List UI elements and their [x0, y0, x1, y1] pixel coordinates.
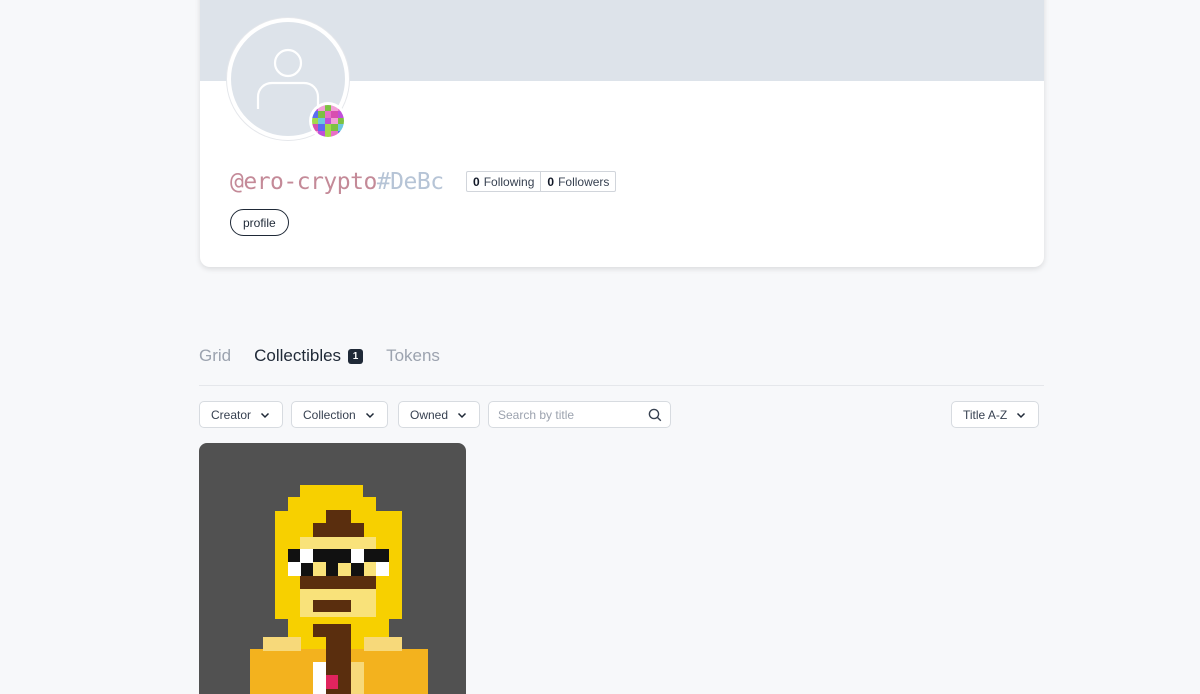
- content-tabs: Grid Collectibles 1 Tokens: [199, 346, 463, 366]
- tab-collectibles-label: Collectibles: [254, 346, 342, 365]
- chevron-down-icon: [260, 412, 270, 418]
- tabs-divider: [199, 385, 1044, 386]
- chain-badge: [309, 102, 347, 140]
- handle-hash: #DeBc: [376, 169, 444, 195]
- tab-grid[interactable]: Grid: [199, 346, 231, 366]
- followers-label: Followers: [558, 174, 610, 189]
- collection-filter-label: Collection: [303, 407, 356, 422]
- collectibles-count-badge: 1: [348, 348, 364, 364]
- search-icon[interactable]: [648, 408, 662, 422]
- following-count: 0: [473, 174, 480, 189]
- follow-stats: 0 Following 0 Followers: [466, 171, 617, 192]
- creator-filter-dropdown[interactable]: Creator: [199, 401, 284, 428]
- followers-count: 0: [547, 174, 555, 189]
- creator-filter-label: Creator: [211, 407, 252, 422]
- badge-pixel: [337, 130, 344, 137]
- chevron-down-icon: [1017, 412, 1026, 418]
- handle-name: @ero-crypto: [230, 169, 377, 195]
- tab-collectibles[interactable]: Collectibles 1: [254, 346, 364, 366]
- chevron-down-icon: [458, 412, 467, 418]
- user-silhouette-icon: [256, 48, 320, 109]
- following-label: Following: [483, 174, 535, 189]
- followers-stat[interactable]: 0 Followers: [540, 172, 615, 191]
- profile-handle: @ero-crypto#DeBc: [230, 169, 444, 195]
- tab-tokens[interactable]: Tokens: [386, 346, 440, 366]
- pixel-chain-badge-icon: [312, 105, 344, 137]
- profile-card: @ero-crypto#DeBc 0 Following 0 Followers…: [200, 0, 1044, 267]
- owned-filter-dropdown[interactable]: Owned: [398, 401, 481, 428]
- tab-grid-label: Grid: [199, 346, 232, 365]
- collectible-card[interactable]: [199, 443, 466, 694]
- sort-dropdown[interactable]: Title A-Z: [951, 401, 1040, 428]
- search-box: [488, 401, 671, 428]
- profile-tag-pill[interactable]: profile: [230, 209, 289, 236]
- owned-filter-label: Owned: [410, 407, 449, 422]
- following-stat[interactable]: 0 Following: [467, 172, 540, 191]
- chevron-down-icon: [365, 412, 374, 418]
- tab-tokens-label: Tokens: [386, 346, 440, 365]
- pixel-art-character-image: [250, 485, 428, 694]
- search-input[interactable]: [489, 402, 639, 427]
- collection-filter-dropdown[interactable]: Collection: [291, 401, 388, 428]
- sort-label: Title A-Z: [963, 407, 1008, 422]
